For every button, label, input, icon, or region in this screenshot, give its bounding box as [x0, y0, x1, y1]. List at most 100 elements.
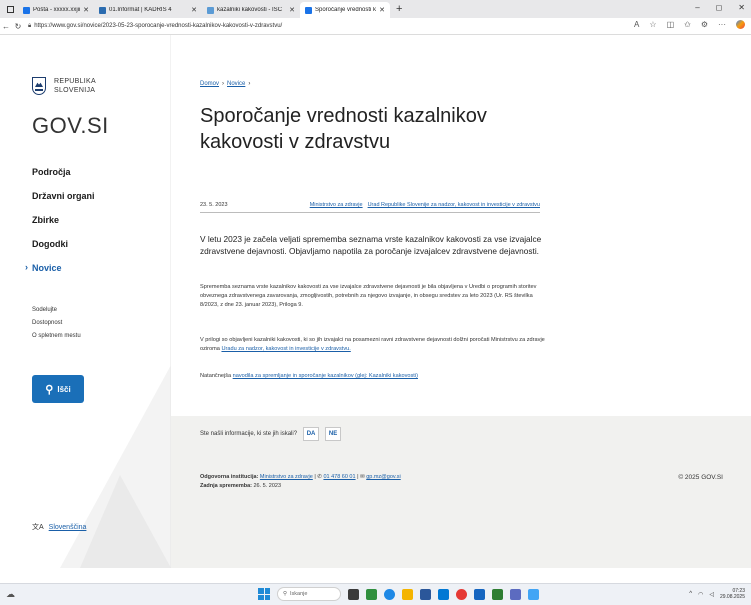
search-icon: ⚲ [45, 383, 54, 396]
search-icon: ⚲ [283, 591, 288, 597]
breadcrumb-news[interactable]: Novice [227, 81, 245, 87]
tab-label: Sporočanje vrednosti kazalnikov [315, 7, 377, 13]
breadcrumb: Domov › Novice › [200, 81, 250, 87]
feedback-question: Ste našli informacije, ki ste jih iskali… [200, 431, 298, 437]
tab-favicon-icon [207, 6, 214, 14]
app-icon[interactable] [420, 588, 431, 600]
tab-label: kazalniki kakovosti - IŠČ [217, 7, 283, 13]
last-change: Zadnja sprememba: 26. 5. 2023 [200, 483, 281, 489]
source-link-ministry[interactable]: Ministrstvo za zdravje [310, 202, 363, 208]
breadcrumb-home[interactable]: Domov [200, 81, 219, 87]
start-icon[interactable] [258, 588, 270, 600]
new-tab-button[interactable]: + [396, 3, 402, 15]
back-icon[interactable]: ← [0, 22, 12, 31]
app-icon[interactable] [474, 588, 485, 600]
extensions-icon[interactable]: ⚙ [701, 20, 708, 29]
brand-title[interactable]: GOV.SI [32, 113, 109, 139]
file-explorer-icon[interactable] [402, 588, 413, 600]
os-taskbar: ☁ ⚲ Iskanje ^ ◠ ◁ 07:23 29.08.2025 [0, 583, 751, 605]
task-view-icon[interactable] [348, 588, 359, 600]
volume-icon[interactable]: ◁ [709, 591, 714, 598]
feedback-no-button[interactable]: NE [325, 427, 342, 441]
web-page: REPUBLIKA SLOVENIJA GOV.SI Področja Drža… [0, 35, 751, 568]
language-switcher[interactable]: 文A Slovenščina [32, 522, 86, 532]
read-aloud-icon[interactable]: A [634, 20, 639, 29]
taskbar-search[interactable]: ⚲ Iskanje [277, 587, 341, 601]
more-icon[interactable]: ··· [718, 20, 726, 29]
tab-favicon-icon [99, 6, 106, 14]
feedback-bar: Ste našli informacije, ki ste jih iskali… [171, 416, 751, 452]
search-button-label: Išči [57, 384, 71, 394]
browser-tab-active[interactable]: Sporočanje vrednosti kazalnikov ✕ [300, 2, 390, 18]
minimize-icon[interactable]: – [695, 3, 699, 12]
last-change-label: Zadnja sprememba: [200, 483, 252, 489]
feedback-yes-button[interactable]: DA [303, 427, 320, 441]
nav-item-dostopnost[interactable]: Dostopnost [32, 320, 81, 333]
browser-tab[interactable]: 01.Informat | KADRIS 4 ✕ [94, 2, 202, 18]
office-link[interactable]: Uradu za nadzor, kakovost in investicije… [221, 346, 350, 352]
profile-avatar[interactable] [736, 20, 745, 29]
close-icon[interactable]: ✕ [289, 6, 295, 14]
network-icon[interactable]: ◠ [698, 591, 703, 598]
copyright: © 2025 GOV.SI [678, 474, 723, 481]
tab-favicon-icon [23, 6, 30, 14]
article-meta: 23. 5. 2023 Ministrstvo za zdravje Urad … [200, 201, 540, 213]
responsible-link[interactable]: Ministrstvo za zdravje [260, 474, 313, 480]
nav-item-sodelujte[interactable]: Sodelujte [32, 307, 81, 320]
nav-item-o-spletnem-mestu[interactable]: O spletnem mestu [32, 333, 81, 346]
nav-item-podrocja[interactable]: Področja [32, 167, 95, 191]
instructions-link[interactable]: navodila za spremljanje in sporočanje ka… [233, 373, 418, 379]
nav-item-novice[interactable]: Novice [25, 262, 95, 287]
taskbar-search-placeholder: Iskanje [290, 591, 308, 597]
taskbar-apps: ⚲ Iskanje [258, 587, 539, 601]
phone-icon: ✆ [317, 474, 322, 480]
address-bar: ← ↻ 🔒︎ https://www.gov.si/novice/2023-05… [0, 18, 751, 35]
maximize-icon[interactable]: ◻ [716, 3, 723, 12]
page-bottom-strip [0, 568, 751, 583]
system-tray: ^ ◠ ◁ 07:23 29.08.2025 [689, 588, 745, 600]
app-icon[interactable] [366, 588, 377, 600]
browser-tab[interactable]: kazalniki kakovosti - IŠČ ✕ [202, 2, 300, 18]
app-icon[interactable] [528, 588, 539, 600]
app-icon[interactable] [456, 588, 467, 600]
edge-browser-icon[interactable] [384, 588, 395, 600]
source-link-office[interactable]: Urad Republike Slovenije za nadzor, kako… [368, 202, 540, 208]
sidebar: REPUBLIKA SLOVENIJA GOV.SI Področja Drža… [0, 35, 171, 568]
email-link[interactable]: gp.mz@gov.si [366, 474, 401, 480]
browser-tab[interactable]: Pošta - xxxxx.xxjiri-lekse@o2-ljub ✕ [18, 2, 94, 18]
url-field[interactable]: 🔒︎ https://www.gov.si/novice/2023-05-23-… [28, 23, 282, 30]
teams-icon[interactable] [510, 588, 521, 600]
phone-link[interactable]: 01 478 60 01 [323, 474, 355, 480]
refresh-icon[interactable]: ↻ [12, 22, 24, 31]
outlook-icon[interactable] [438, 588, 449, 600]
breadcrumb-separator: › [222, 81, 225, 87]
tray-chevron-icon[interactable]: ^ [689, 591, 692, 597]
browser-toolbar-right: A ☆ ◫ ✩ ⚙ ··· [634, 20, 745, 29]
url-text: https://www.gov.si/novice/2023-05-23-spo… [34, 23, 283, 29]
close-icon[interactable]: ✕ [191, 6, 197, 14]
tab-label: 01.Informat | KADRIS 4 [109, 7, 172, 13]
browser-tab-bar: Pošta - xxxxx.xxjiri-lekse@o2-ljub ✕ 01.… [0, 0, 751, 18]
article-paragraph: V prilogi so objavljeni kazalniki kakovo… [200, 336, 548, 354]
window-controls: – ◻ ✕ [695, 3, 745, 12]
article-date: 23. 5. 2023 [200, 202, 228, 208]
search-button[interactable]: ⚲ Išči [32, 375, 84, 403]
favorites-icon[interactable]: ✩ [684, 20, 691, 29]
tab-favicon-icon [305, 6, 312, 14]
article-paragraph: Natančnejša navodila za spremljanje in s… [200, 372, 548, 381]
close-icon[interactable]: ✕ [379, 6, 385, 14]
app-icon[interactable] [492, 588, 503, 600]
nav-item-drzavni-organi[interactable]: Državni organi [32, 191, 95, 215]
window-menu-icon[interactable] [4, 3, 16, 15]
clock[interactable]: 07:23 29.08.2025 [720, 588, 745, 600]
nav-item-dogodki[interactable]: Dogodki [32, 239, 95, 263]
split-screen-icon[interactable]: ◫ [667, 20, 675, 29]
close-icon[interactable]: ✕ [83, 6, 89, 14]
nav-item-zbirke[interactable]: Zbirke [32, 215, 95, 239]
gov-logo[interactable]: REPUBLIKA SLOVENIJA [32, 77, 96, 95]
mail-icon: ✉ [360, 474, 365, 480]
close-window-icon[interactable]: ✕ [738, 3, 745, 12]
responsible-label: Odgovorna institucija: [200, 474, 259, 480]
weather-icon[interactable]: ☁ [6, 589, 15, 600]
favorite-star-icon[interactable]: ☆ [649, 20, 656, 29]
